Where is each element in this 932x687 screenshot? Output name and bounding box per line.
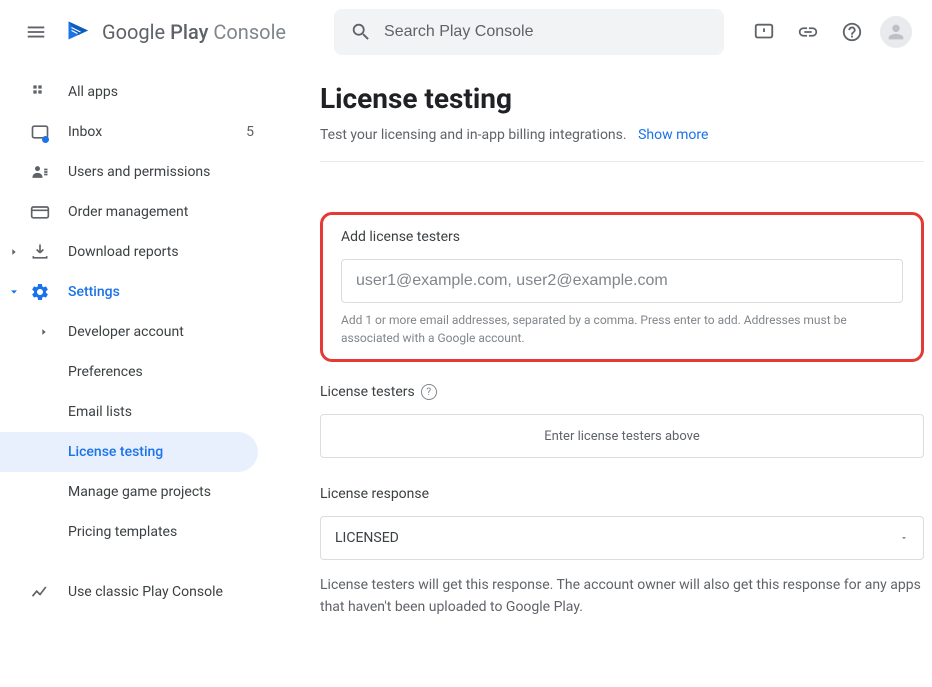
notification-dot	[42, 136, 49, 143]
sidebar-item-pricing-templates[interactable]: Pricing templates	[0, 512, 270, 552]
sidebar-item-license-testing[interactable]: License testing	[0, 432, 258, 472]
show-more-link[interactable]: Show more	[638, 127, 708, 143]
sidebar-item-use-classic[interactable]: Use classic Play Console	[0, 572, 270, 612]
chevron-right-icon	[36, 327, 52, 337]
add-testers-input[interactable]	[341, 259, 903, 303]
license-testers-empty: Enter license testers above	[320, 414, 924, 458]
sidebar-item-label: License testing	[68, 444, 242, 460]
chart-icon	[28, 580, 52, 604]
sidebar-item-label: Download reports	[68, 244, 254, 260]
sidebar-item-developer-account[interactable]: Developer account	[0, 312, 270, 352]
sidebar-item-label: Developer account	[68, 324, 254, 340]
sidebar-item-inbox[interactable]: Inbox 5	[0, 112, 270, 152]
apps-icon	[28, 80, 52, 104]
main-content: License testing Test your licensing and …	[270, 64, 932, 687]
sidebar-item-users-permissions[interactable]: Users and permissions	[0, 152, 270, 192]
sidebar-item-email-lists[interactable]: Email lists	[0, 392, 270, 432]
sidebar-item-download-reports[interactable]: Download reports	[0, 232, 270, 272]
chevron-right-icon	[6, 244, 22, 260]
sidebar-item-label: Preferences	[68, 364, 254, 380]
sidebar: All apps Inbox 5 Users and permissions O…	[0, 64, 270, 687]
license-testers-label: License testers ?	[320, 384, 924, 400]
sidebar-item-label: Settings	[68, 284, 254, 300]
license-response-description: License testers will get this response. …	[320, 574, 924, 619]
inbox-count: 5	[246, 124, 254, 140]
sidebar-item-label: Email lists	[68, 404, 254, 420]
users-icon	[28, 160, 52, 184]
divider	[320, 161, 924, 162]
sidebar-item-label: Pricing templates	[68, 524, 254, 540]
link-button[interactable]	[788, 12, 828, 52]
sidebar-item-all-apps[interactable]: All apps	[0, 72, 270, 112]
sidebar-item-label: Users and permissions	[68, 164, 254, 180]
page-title: License testing	[320, 82, 924, 115]
sidebar-item-label: Manage game projects	[68, 484, 254, 500]
page-subtitle: Test your licensing and in-app billing i…	[320, 127, 924, 143]
play-logo-icon	[64, 17, 94, 47]
hamburger-icon	[25, 21, 47, 43]
search-icon	[350, 21, 372, 43]
sidebar-item-preferences[interactable]: Preferences	[0, 352, 270, 392]
logo-text: Google Play Console	[102, 20, 286, 44]
sidebar-item-label: Use classic Play Console	[68, 584, 254, 600]
search-input[interactable]	[384, 23, 708, 41]
logo[interactable]: Google Play Console	[64, 17, 286, 47]
sidebar-item-settings[interactable]: Settings	[0, 272, 270, 312]
chevron-down-icon	[6, 284, 22, 300]
license-response-select[interactable]: LICENSED	[320, 516, 924, 560]
credit-card-icon	[28, 200, 52, 224]
download-icon	[28, 240, 52, 264]
help-icon	[841, 21, 863, 43]
search-bar[interactable]	[334, 9, 724, 55]
add-testers-highlight: Add license testers Add 1 or more email …	[320, 212, 924, 362]
announcement-icon	[753, 21, 775, 43]
license-response-label: License response	[320, 486, 924, 502]
gear-icon	[28, 280, 52, 304]
add-testers-helper: Add 1 or more email addresses, separated…	[341, 311, 903, 347]
person-icon	[885, 21, 907, 43]
announcements-button[interactable]	[744, 12, 784, 52]
sidebar-item-label: All apps	[68, 84, 254, 100]
dropdown-arrow-icon	[899, 533, 909, 543]
sidebar-item-manage-game-projects[interactable]: Manage game projects	[0, 472, 270, 512]
menu-button[interactable]	[16, 12, 56, 52]
sidebar-item-order-management[interactable]: Order management	[0, 192, 270, 232]
avatar	[880, 16, 912, 48]
account-button[interactable]	[876, 12, 916, 52]
sidebar-item-label: Order management	[68, 204, 254, 220]
license-response-value: LICENSED	[335, 530, 399, 546]
help-button[interactable]	[832, 12, 872, 52]
add-testers-label: Add license testers	[341, 229, 903, 245]
link-icon	[797, 21, 819, 43]
help-tooltip-icon[interactable]: ?	[421, 384, 437, 400]
sidebar-item-label: Inbox	[68, 124, 246, 140]
